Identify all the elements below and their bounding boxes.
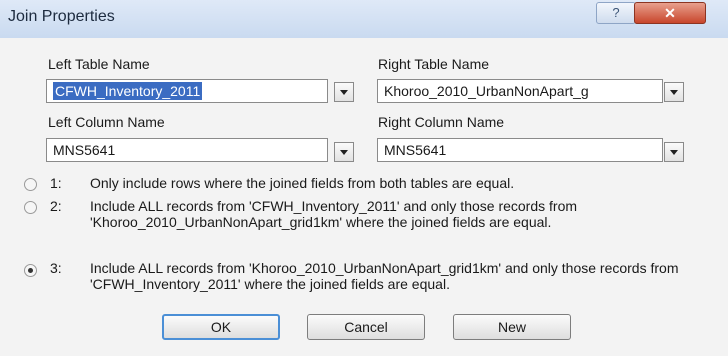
left-table-dropdown-icon[interactable] bbox=[334, 82, 354, 102]
join-option-3-radio[interactable] bbox=[24, 264, 37, 277]
join-properties-dialog: Join Properties ? ✕ Left Table Name CFWH… bbox=[0, 0, 728, 356]
join-option-1-radio[interactable] bbox=[24, 178, 37, 191]
dialog-body: Left Table Name CFWH_Inventory_2011 Righ… bbox=[0, 38, 728, 356]
join-option-1-text: Only include rows where the joined field… bbox=[90, 175, 515, 191]
right-column-combobox[interactable]: MNS5641 bbox=[377, 138, 663, 162]
right-column-label: Right Column Name bbox=[378, 114, 505, 130]
right-table-combobox[interactable]: Khoroo_2010_UrbanNonApart_g bbox=[377, 79, 663, 103]
ok-button[interactable]: OK bbox=[162, 314, 280, 340]
left-table-value: CFWH_Inventory_2011 bbox=[53, 82, 203, 100]
right-table-value: Khoroo_2010_UrbanNonApart_g bbox=[384, 83, 589, 99]
help-button[interactable]: ? bbox=[596, 2, 636, 24]
left-column-value: MNS5641 bbox=[53, 142, 116, 158]
join-option-2-number: 2: bbox=[50, 198, 62, 214]
left-table-combobox[interactable]: CFWH_Inventory_2011 bbox=[46, 79, 328, 103]
join-option-1-number: 1: bbox=[50, 175, 62, 191]
close-button[interactable]: ✕ bbox=[634, 2, 706, 24]
right-table-dropdown-icon[interactable] bbox=[664, 82, 684, 102]
new-button[interactable]: New bbox=[453, 314, 571, 340]
dialog-title: Join Properties bbox=[8, 8, 115, 25]
join-option-3-number: 3: bbox=[50, 260, 62, 276]
join-option-3-text: Include ALL records from 'Khoroo_2010_Ur… bbox=[90, 260, 679, 292]
left-column-label: Left Column Name bbox=[48, 114, 165, 130]
right-column-value: MNS5641 bbox=[384, 142, 447, 158]
join-option-2-radio[interactable] bbox=[24, 201, 37, 214]
title-bar: Join Properties ? ✕ bbox=[0, 0, 728, 39]
right-table-label: Right Table Name bbox=[378, 56, 490, 72]
right-column-dropdown-icon[interactable] bbox=[664, 142, 684, 162]
left-column-combobox[interactable]: MNS5641 bbox=[46, 138, 328, 162]
join-option-2-text: Include ALL records from 'CFWH_Inventory… bbox=[90, 198, 578, 230]
left-table-label: Left Table Name bbox=[48, 56, 150, 72]
left-column-dropdown-icon[interactable] bbox=[334, 142, 354, 162]
cancel-button[interactable]: Cancel bbox=[307, 314, 425, 340]
